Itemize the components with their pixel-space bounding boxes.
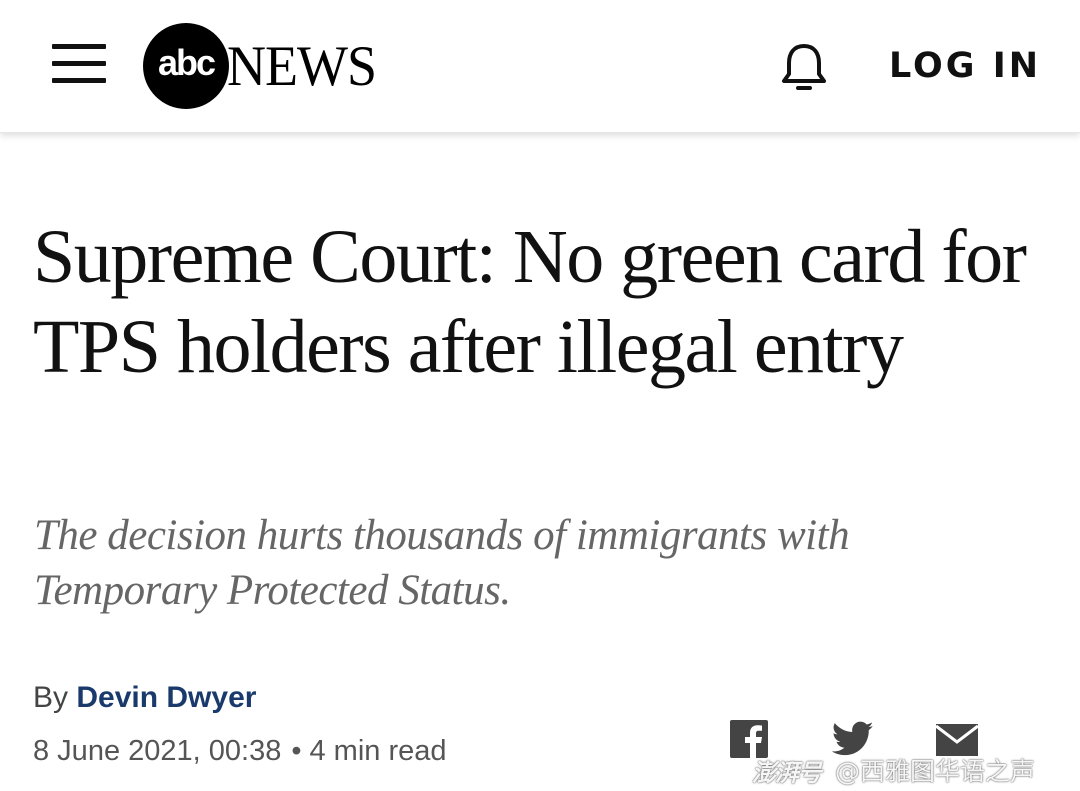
source-watermark: 澎湃号 @西雅图华语之声 (752, 752, 1035, 788)
watermark-handle: @西雅图华语之声 (835, 757, 1036, 786)
article-headline: Supreme Court: No green card for TPS hol… (33, 215, 1027, 389)
bell-icon[interactable] (776, 38, 832, 94)
site-header: abc NEWS LOG IN (0, 0, 1080, 133)
logo-word: NEWS (227, 34, 377, 98)
byline-prefix: By (33, 681, 69, 714)
meta-separator: • (291, 735, 302, 767)
author-link[interactable]: Devin Dwyer (76, 681, 256, 714)
login-button[interactable]: LOG IN (889, 44, 1041, 88)
article-subheadline: The decision hurts thousands of immigran… (34, 512, 850, 614)
watermark-brand: 澎湃号 (752, 758, 822, 787)
publish-date: 8 June 2021, 00:38 (33, 735, 282, 767)
abc-news-logo[interactable]: abc NEWS (143, 22, 377, 110)
read-time: 4 min read (309, 735, 447, 767)
byline: By Devin Dwyer (33, 678, 256, 718)
logo-mark: abc (143, 23, 229, 109)
article-meta: 8 June 2021, 00:38 • 4 min read (33, 731, 447, 771)
hamburger-menu-icon[interactable] (52, 44, 106, 84)
